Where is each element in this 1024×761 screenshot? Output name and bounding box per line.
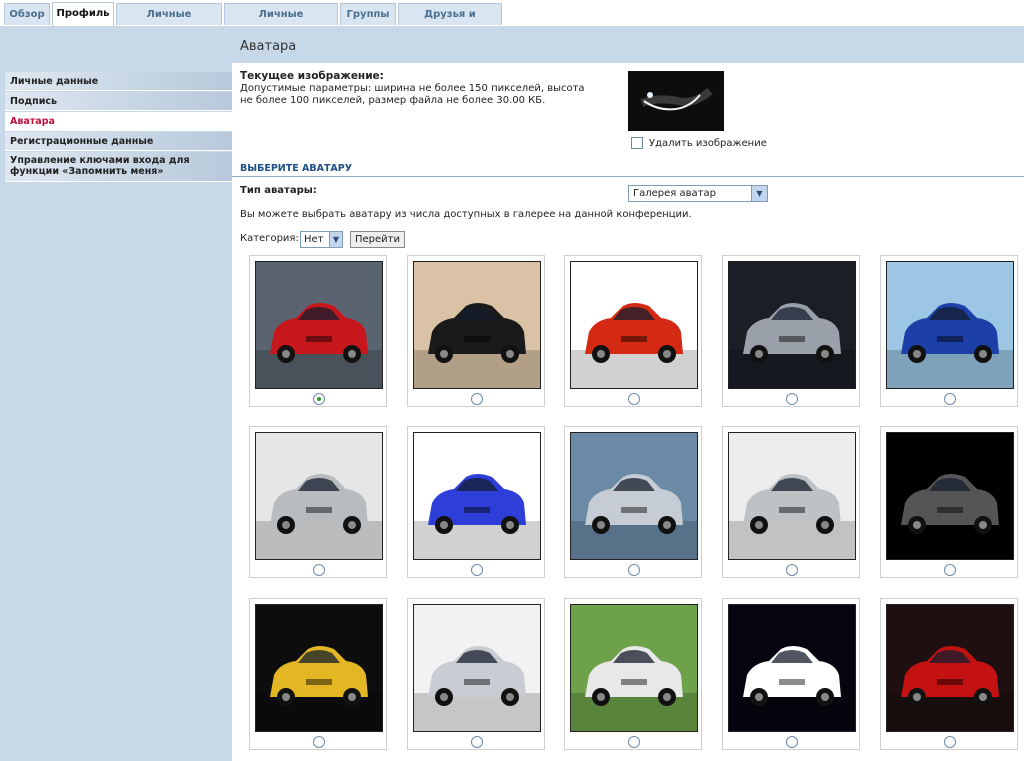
- tab-groups[interactable]: Группы: [340, 3, 396, 25]
- gallery-item[interactable]: [564, 426, 702, 578]
- avatar-thumbnail[interactable]: [255, 261, 383, 389]
- avatar-radio[interactable]: [944, 736, 956, 748]
- chevron-down-icon: ▼: [751, 186, 767, 201]
- gallery-item[interactable]: [564, 598, 702, 750]
- avatar-thumbnail[interactable]: [728, 261, 856, 389]
- avatar-thumbnail[interactable]: [413, 604, 541, 732]
- avatar-radio[interactable]: [313, 736, 325, 748]
- avatar-radio[interactable]: [471, 393, 483, 405]
- sidebar-item-avatar[interactable]: Аватара: [5, 112, 232, 131]
- avatar-thumbnail[interactable]: [413, 261, 541, 389]
- category-select[interactable]: Нет ▼: [300, 231, 343, 248]
- avatar-type-value: Галерея аватар: [633, 188, 716, 199]
- avatar-thumbnail[interactable]: [570, 261, 698, 389]
- avatar-thumbnail[interactable]: [570, 604, 698, 732]
- section-divider: [232, 176, 1024, 177]
- gallery-item[interactable]: [407, 598, 545, 750]
- current-image-label: Текущее изображение:: [240, 70, 384, 82]
- tab-bar: Обзор Профиль Личные настройки Личные со…: [0, 0, 1024, 42]
- gallery-item[interactable]: [880, 255, 1018, 407]
- gallery-item[interactable]: [407, 255, 545, 407]
- avatar-radio[interactable]: [471, 736, 483, 748]
- gallery-item[interactable]: [249, 426, 387, 578]
- tab-private-messages[interactable]: Личные сообщения: [224, 3, 338, 42]
- avatar-thumbnail[interactable]: [728, 432, 856, 560]
- gallery-item[interactable]: [880, 598, 1018, 750]
- avatar-thumbnail[interactable]: [728, 604, 856, 732]
- tab-personal-settings[interactable]: Личные настройки: [116, 3, 222, 42]
- avatar-radio[interactable]: [944, 393, 956, 405]
- category-label: Категория:: [240, 233, 299, 244]
- gallery-item[interactable]: [722, 598, 860, 750]
- avatar-radio[interactable]: [786, 564, 798, 576]
- avatar-thumbnail[interactable]: [255, 432, 383, 560]
- delete-image-label: Удалить изображение: [649, 138, 767, 149]
- gallery-item[interactable]: [249, 598, 387, 750]
- avatar-type-label: Тип аватары:: [240, 185, 317, 196]
- sidebar-item-signature[interactable]: Подпись: [5, 92, 232, 111]
- section-title: ВЫБЕРИТЕ АВАТАРУ: [240, 163, 353, 174]
- avatar-thumbnail[interactable]: [886, 604, 1014, 732]
- tab-profile[interactable]: Профиль: [52, 2, 114, 26]
- avatar-thumbnail[interactable]: [886, 261, 1014, 389]
- gallery-item[interactable]: [722, 255, 860, 407]
- avatar-thumbnail[interactable]: [570, 432, 698, 560]
- gallery-item[interactable]: [407, 426, 545, 578]
- avatar-radio[interactable]: [628, 393, 640, 405]
- avatar-type-select[interactable]: Галерея аватар ▼: [628, 185, 768, 202]
- delete-image-row: Удалить изображение: [631, 137, 767, 149]
- avatar-radio[interactable]: [628, 736, 640, 748]
- sidebar-item-personal-data[interactable]: Личные данные: [5, 72, 232, 91]
- avatar-radio[interactable]: [471, 564, 483, 576]
- avatar-radio[interactable]: [786, 736, 798, 748]
- gallery-info-text: Вы можете выбрать аватару из числа досту…: [240, 209, 692, 220]
- sidebar: Личные данные Подпись Аватара Регистраци…: [0, 63, 232, 761]
- gallery-item[interactable]: [722, 426, 860, 578]
- go-button[interactable]: Перейти: [350, 231, 405, 248]
- chevron-down-icon: ▼: [329, 232, 342, 247]
- tab-friends[interactable]: Друзья и недруги: [398, 3, 502, 42]
- delete-image-checkbox[interactable]: [631, 137, 643, 149]
- avatar-thumbnail[interactable]: [413, 432, 541, 560]
- avatar-radio[interactable]: [313, 393, 325, 405]
- avatar-radio[interactable]: [786, 393, 798, 405]
- avatar-radio[interactable]: [628, 564, 640, 576]
- sidebar-item-registration[interactable]: Регистрационные данные: [5, 132, 232, 151]
- current-avatar-image: [628, 71, 724, 131]
- avatar-radio[interactable]: [313, 564, 325, 576]
- gallery-item[interactable]: [880, 426, 1018, 578]
- gallery-item[interactable]: [564, 255, 702, 407]
- category-value: Нет: [304, 234, 324, 245]
- avatar-thumbnail[interactable]: [886, 432, 1014, 560]
- avatar-thumbnail[interactable]: [255, 604, 383, 732]
- tab-overview[interactable]: Обзор: [4, 3, 50, 25]
- sidebar-item-remember-me-keys[interactable]: Управление ключами входа для функции «За…: [5, 152, 232, 182]
- gallery-item[interactable]: [249, 255, 387, 407]
- page-title: Аватара: [232, 26, 1024, 63]
- main-content: Текущее изображение: Допустимые параметр…: [232, 63, 1024, 761]
- current-image-description: Допустимые параметры: ширина не более 15…: [240, 83, 585, 106]
- avatar-radio[interactable]: [944, 564, 956, 576]
